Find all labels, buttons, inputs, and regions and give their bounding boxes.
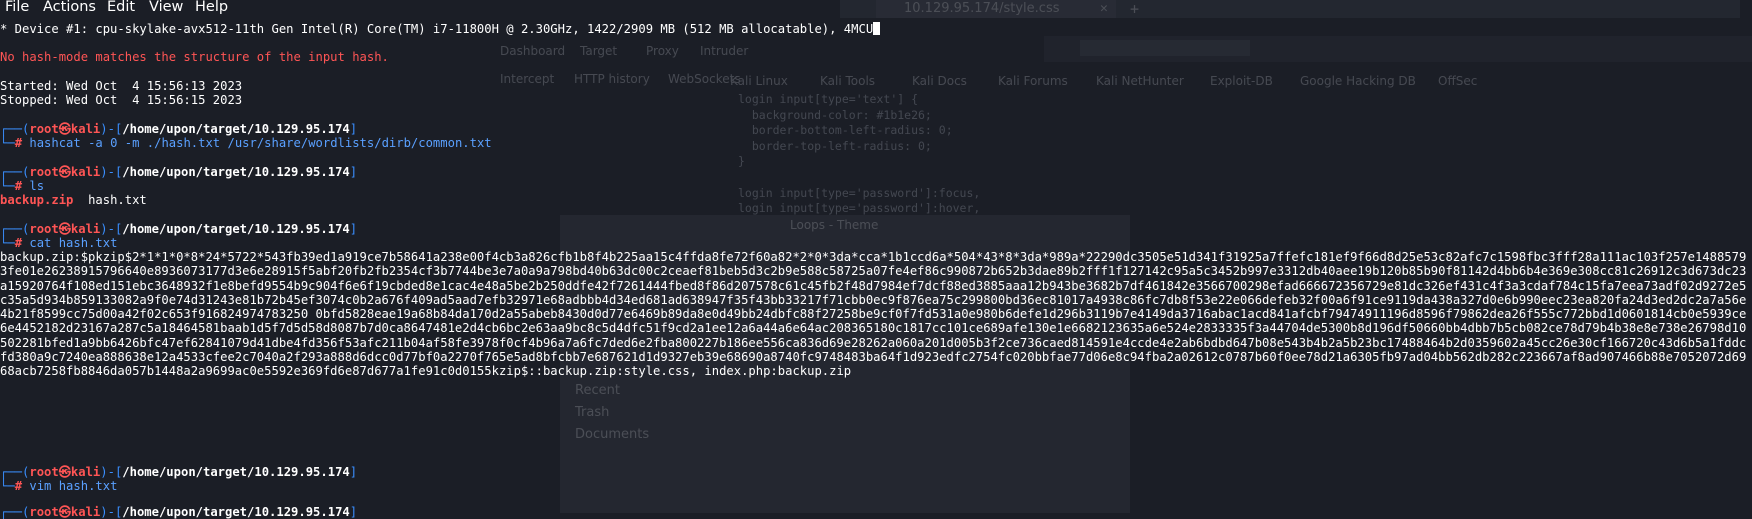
burp-tab-row: Dashboard Target Proxy Intruder Intercep…	[500, 44, 780, 86]
prompt-user: root	[29, 505, 59, 519]
side-item: Recent	[575, 383, 620, 398]
menu-edit[interactable]: Edit	[107, 0, 135, 16]
bookmark: Kali Forums	[998, 74, 1068, 88]
bookmark: Kali NetHunter	[1096, 74, 1184, 88]
burp-subtab: Intercept	[500, 72, 555, 86]
close-icon: ✕	[1100, 1, 1108, 16]
prompt-user: root	[29, 165, 59, 179]
bookmark: Kali Linux	[730, 74, 788, 88]
bookmark: Google Hacking DB	[1300, 74, 1416, 88]
side-item: Documents	[575, 427, 650, 442]
prompt-path: /home/upon/target/10.129.95.174	[122, 165, 350, 179]
background-tab: 10.129.95.174/style.css	[876, 0, 1116, 18]
bookmark: Kali Tools	[820, 74, 876, 88]
prompt-hash-symbol: #	[14, 236, 23, 250]
prompt-host: kali	[70, 465, 101, 479]
prompt-user: root	[29, 122, 59, 136]
command-text: cat hash.txt	[29, 236, 118, 250]
bookmark: OffSec	[1438, 74, 1478, 88]
prompt-user: root	[29, 465, 59, 479]
prompt-line: ┌──(root㉿kali)-[/home/upon/target/10.129…	[0, 122, 358, 136]
background-tab-title: 10.129.95.174/style.css	[904, 1, 1060, 16]
skull-icon: ㉿	[58, 122, 71, 136]
bookmark: Kali Docs	[912, 74, 967, 88]
prompt-path: /home/upon/target/10.129.95.174	[122, 465, 350, 479]
command-line: └─# vim hash.txt	[0, 479, 118, 493]
device-line: * Device #1: cpu-skylake-avx512-11th Gen…	[0, 22, 881, 36]
command-text: ls	[29, 179, 45, 193]
menu-file[interactable]: File	[5, 0, 29, 16]
burp-subtab: HTTP history	[574, 72, 650, 86]
burp-tab: Proxy	[646, 44, 679, 58]
ls-file-txt: hash.txt	[88, 193, 147, 207]
prompt-line-partial: ┌──(root㉿kali)-[/home/upon/target/10.129…	[0, 505, 358, 519]
ls-output: backup.zip hash.txt	[0, 193, 147, 207]
skull-icon: ㉿	[58, 222, 71, 236]
prompt-line: ┌──(root㉿kali)-[/home/upon/target/10.129…	[0, 165, 358, 179]
ls-file-zip: backup.zip	[0, 193, 74, 207]
menu-view[interactable]: View	[149, 0, 183, 16]
command-text: vim hash.txt	[29, 479, 118, 493]
prompt-path: /home/upon/target/10.129.95.174	[122, 222, 350, 236]
command-line: └─# cat hash.txt	[0, 236, 118, 250]
prompt-line: ┌──(root㉿kali)-[/home/upon/target/10.129…	[0, 222, 358, 236]
burp-tab: Dashboard	[500, 44, 566, 58]
command-line: └─# ls	[0, 179, 45, 193]
prompt-line: ┌──(root㉿kali)-[/home/upon/target/10.129…	[0, 465, 358, 479]
cursor-block	[873, 22, 881, 35]
prompt-hash-symbol: #	[14, 479, 23, 493]
prompt-hash-symbol: #	[14, 179, 23, 193]
prompt-hash-symbol: #	[14, 136, 23, 150]
prompt-host: kali	[70, 505, 101, 519]
started-line: Started: Wed Oct 4 15:56:13 2023	[0, 79, 243, 93]
command-line: └─# hashcat -a 0 -m ./hash.txt /usr/shar…	[0, 136, 492, 150]
background-dialog-title: Loops - Theme	[790, 218, 879, 232]
prompt-host: kali	[70, 165, 101, 179]
background-side-list: Recent Trash Documents	[575, 380, 649, 446]
command-text: hashcat -a 0 -m ./hash.txt /usr/share/wo…	[29, 136, 492, 150]
hash-output: backup.zip:$pkzip$2*1*1*0*8*24*5722*543f…	[0, 250, 1747, 379]
menu-help[interactable]: Help	[195, 0, 228, 16]
side-item: Trash	[575, 405, 610, 420]
prompt-host: kali	[70, 122, 101, 136]
error-line: No hash-mode matches the structure of th…	[0, 50, 389, 64]
stopped-line: Stopped: Wed Oct 4 15:56:15 2023	[0, 93, 243, 107]
menu-actions[interactable]: Actions	[43, 0, 96, 16]
bookmark: Exploit-DB	[1210, 74, 1273, 88]
background-css-source: login input[type='text'] { background-co…	[738, 92, 981, 216]
prompt-path: /home/upon/target/10.129.95.174	[122, 122, 350, 136]
burp-tab: Target	[580, 44, 618, 58]
burp-tab: Intruder	[700, 44, 749, 58]
skull-icon: ㉿	[58, 505, 71, 519]
plus-icon: +	[1130, 0, 1140, 18]
background-bookmarks-bar: Kali Linux Kali Tools Kali Docs Kali For…	[730, 74, 1752, 94]
prompt-host: kali	[70, 222, 101, 236]
background-url-field	[1080, 40, 1250, 56]
prompt-user: root	[29, 222, 59, 236]
skull-icon: ㉿	[58, 165, 71, 179]
prompt-path: /home/upon/target/10.129.95.174	[122, 505, 350, 519]
skull-icon: ㉿	[58, 465, 71, 479]
